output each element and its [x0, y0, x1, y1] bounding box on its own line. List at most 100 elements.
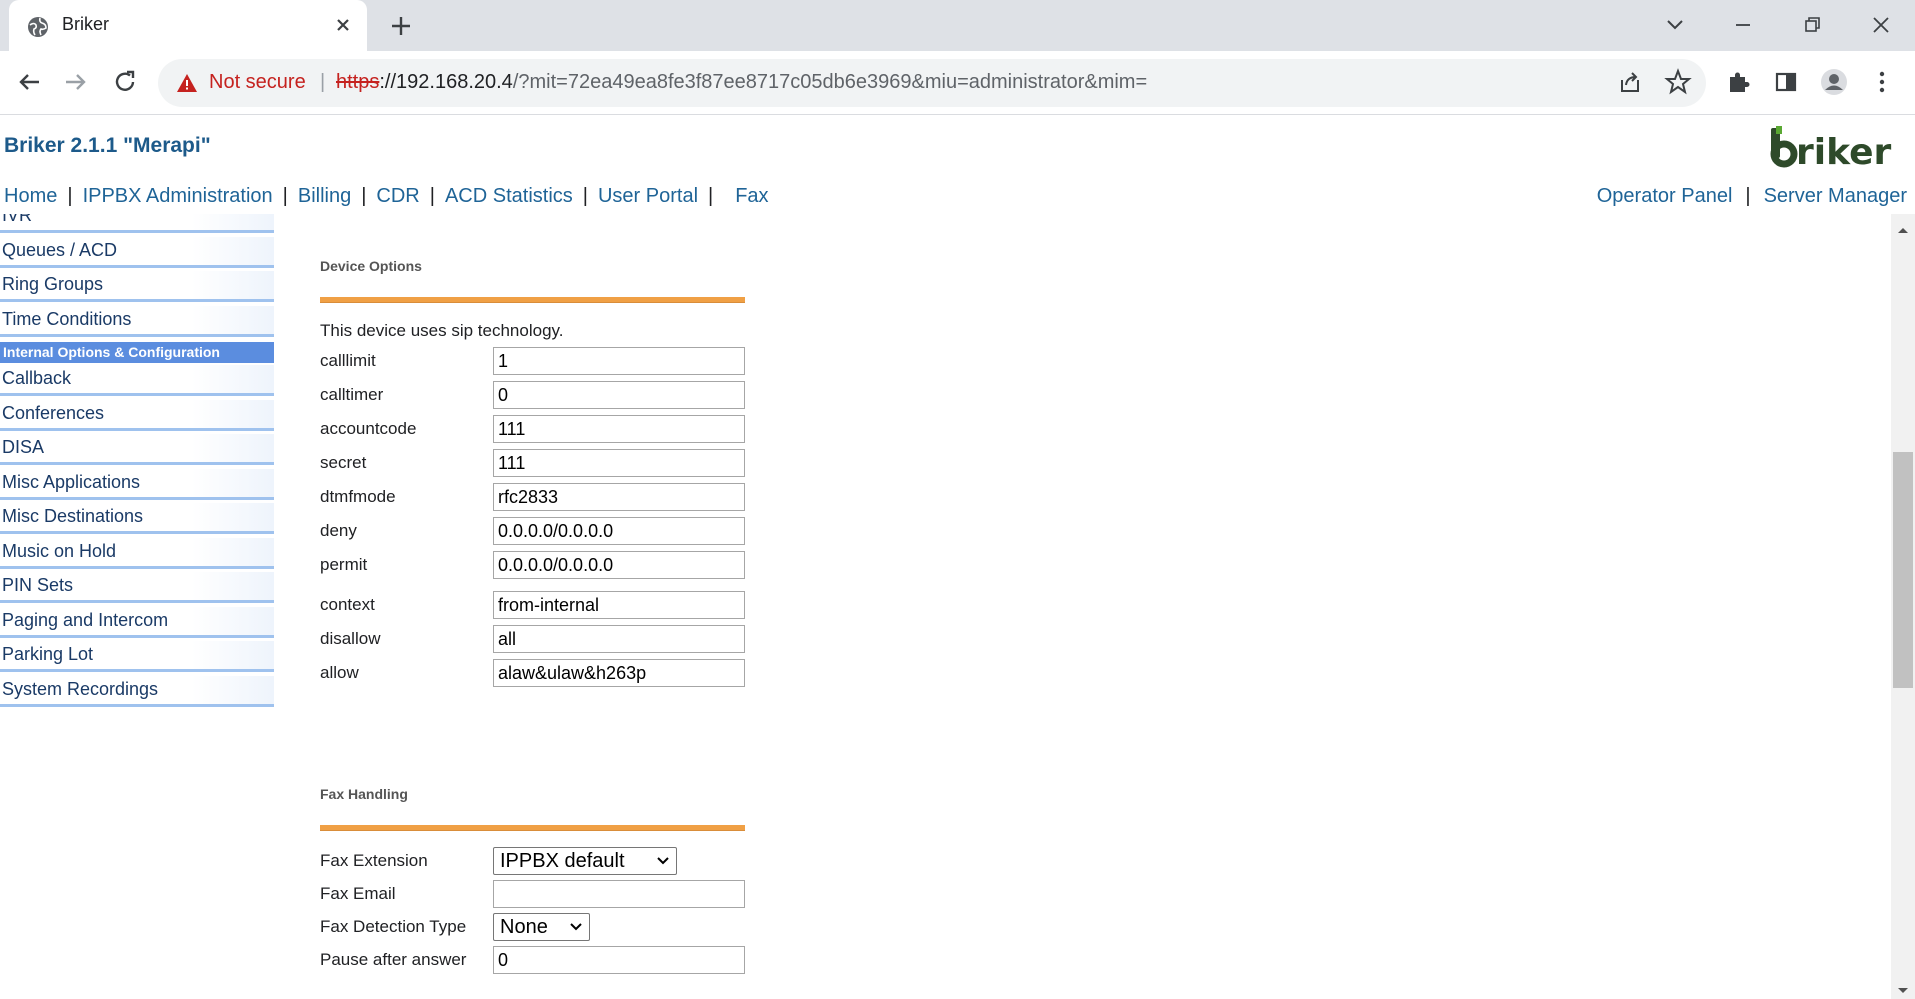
scroll-down-arrow-icon[interactable]	[1896, 986, 1910, 996]
nav-cdr[interactable]: CDR	[376, 185, 419, 207]
sidebar-item-queues-acd[interactable]: Queues / ACD	[0, 237, 274, 268]
nav-separator: |	[67, 185, 73, 207]
permit-label: permit	[320, 555, 368, 574]
new-tab-icon[interactable]	[386, 11, 416, 41]
sidebar-category-header: Internal Options & Configuration	[0, 342, 274, 363]
sidebar-item-label: Parking Lot	[2, 644, 94, 664]
sidebar-item-callback[interactable]: Callback	[0, 365, 274, 396]
sidebar-item-label: Misc Applications	[2, 471, 141, 492]
browser-menu-icon[interactable]	[1866, 66, 1898, 98]
nav-operator-panel[interactable]: Operator Panel	[1597, 185, 1733, 207]
right-navigation: Operator Panel | Server Manager	[1597, 185, 1907, 208]
allow-input[interactable]: alaw&ulaw&h263p	[493, 659, 745, 687]
back-arrow-icon[interactable]	[13, 66, 45, 98]
sidebar-item-paging-and-intercom[interactable]: Paging and Intercom	[0, 606, 274, 638]
context-input[interactable]: from-internal	[493, 591, 745, 619]
chevron-down-icon	[657, 857, 669, 865]
side-panel-icon[interactable]	[1770, 66, 1802, 98]
sidebar-item-pin-sets[interactable]: PIN Sets	[0, 572, 274, 603]
scroll-up-arrow-icon[interactable]	[1896, 225, 1910, 235]
sidebar-item-parking-lot[interactable]: Parking Lot	[0, 641, 274, 672]
nav-acd-statistics[interactable]: ACD Statistics	[445, 185, 573, 207]
pause-after-answer-label: Pause after answer	[320, 950, 467, 969]
sidebar-item-label: Music on Hold	[2, 540, 117, 561]
minimize-icon[interactable]	[1726, 8, 1760, 42]
sidebar-item-misc-destinations[interactable]: Misc Destinations	[0, 503, 274, 534]
pause-after-answer-input[interactable]: 0	[493, 946, 745, 974]
browser-tab[interactable]: Briker	[9, 0, 367, 51]
sidebar-item-label: Queues / ACD	[2, 240, 118, 260]
fax-extension-value: IPPBX default	[500, 850, 625, 872]
sidebar-item-label: Ring Groups	[2, 274, 104, 294]
nav-server-manager[interactable]: Server Manager	[1764, 185, 1907, 207]
sidebar-item-ivr[interactable]: IVR	[0, 214, 274, 233]
fax-detection-type-value: None	[500, 916, 548, 938]
restore-icon[interactable]	[1795, 8, 1829, 42]
omnibox-divider: |	[320, 71, 326, 93]
sidebar-item-time-conditions[interactable]: Time Conditions	[0, 306, 274, 337]
svg-text:riker: riker	[1796, 132, 1891, 170]
nav-ippbx-administration[interactable]: IPPBX Administration	[83, 185, 273, 207]
sidebar-item-label: Conferences	[2, 402, 105, 423]
nav-separator: |	[361, 185, 367, 207]
sidebar-item-label: Misc Destinations	[2, 506, 144, 526]
warning-triangle-icon[interactable]	[176, 72, 198, 94]
disallow-label: disallow	[320, 629, 381, 648]
sidebar-item-misc-applications[interactable]: Misc Applications	[0, 468, 274, 500]
nav-home[interactable]: Home	[4, 185, 57, 207]
scrollbar-thumb[interactable]	[1893, 452, 1913, 688]
calllimit-label: calllimit	[320, 351, 376, 370]
nav-user-portal[interactable]: User Portal	[598, 185, 698, 207]
nav-separator: |	[708, 185, 714, 207]
sidebar-item-disa[interactable]: DISA	[0, 434, 274, 465]
sidebar-item-music-on-hold[interactable]: Music on Hold	[0, 537, 274, 569]
window-close-icon[interactable]	[1864, 8, 1898, 42]
accountcode-input[interactable]: 111	[493, 415, 745, 443]
fax-handling-heading: Fax Handling	[320, 786, 408, 802]
calltimer-input[interactable]: 0	[493, 381, 745, 409]
section-divider	[320, 825, 745, 831]
url-text[interactable]: https://192.168.20.4/?mit=72ea49ea8fe3f8…	[336, 71, 1147, 94]
sidebar-item-system-recordings[interactable]: System Recordings	[0, 675, 274, 707]
dtmfmode-input[interactable]: rfc2833	[493, 483, 745, 511]
url-scheme: https	[336, 71, 380, 93]
fax-extension-select[interactable]: IPPBX default	[493, 847, 677, 875]
extensions-puzzle-icon[interactable]	[1722, 66, 1754, 98]
disallow-input[interactable]: all	[493, 625, 745, 653]
sidebar-item-ring-groups[interactable]: Ring Groups	[0, 271, 274, 302]
secret-input[interactable]: 111	[493, 449, 745, 477]
fax-detection-type-select[interactable]: None	[493, 913, 590, 941]
permit-input[interactable]: 0.0.0.0/0.0.0.0	[493, 551, 745, 579]
profile-avatar-icon[interactable]	[1818, 66, 1850, 98]
chevron-down-icon	[570, 923, 582, 931]
nav-separator: |	[282, 185, 288, 207]
security-status-text[interactable]: Not secure	[209, 71, 306, 94]
url-query: /?mit=72ea49ea8fe3f87ee8717c05db6e3969&m…	[512, 71, 1148, 93]
sidebar-item-label: System Recordings	[2, 678, 159, 699]
tab-title: Briker	[62, 14, 110, 34]
sidebar-item-label: Time Conditions	[2, 309, 132, 329]
tab-search-chevron-icon[interactable]	[1658, 8, 1692, 42]
technology-note: This device uses sip technology.	[320, 321, 564, 340]
device-options-heading: Device Options	[320, 258, 422, 274]
bookmark-star-icon[interactable]	[1662, 66, 1694, 98]
context-label: context	[320, 595, 375, 614]
secret-label: secret	[320, 453, 367, 472]
nav-separator: |	[429, 185, 435, 207]
calllimit-input[interactable]: 1	[493, 347, 745, 375]
nav-billing[interactable]: Billing	[298, 185, 351, 207]
reload-icon[interactable]	[109, 66, 141, 98]
globe-icon	[28, 17, 48, 37]
forward-arrow-icon[interactable]	[60, 66, 92, 98]
fax-email-input[interactable]	[493, 880, 745, 908]
nav-fax[interactable]: Fax	[735, 185, 768, 207]
app-title: Briker 2.1.1 "Merapi"	[4, 134, 211, 157]
deny-input[interactable]: 0.0.0.0/0.0.0.0	[493, 517, 745, 545]
close-tab-icon[interactable]	[330, 12, 356, 38]
sidebar-item-label: Paging and Intercom	[2, 609, 169, 630]
fax-detection-type-label: Fax Detection Type	[320, 917, 467, 936]
nav-separator: |	[1745, 185, 1751, 207]
allow-label: allow	[320, 663, 359, 682]
sidebar-item-conferences[interactable]: Conferences	[0, 399, 274, 431]
share-icon[interactable]	[1614, 66, 1646, 98]
